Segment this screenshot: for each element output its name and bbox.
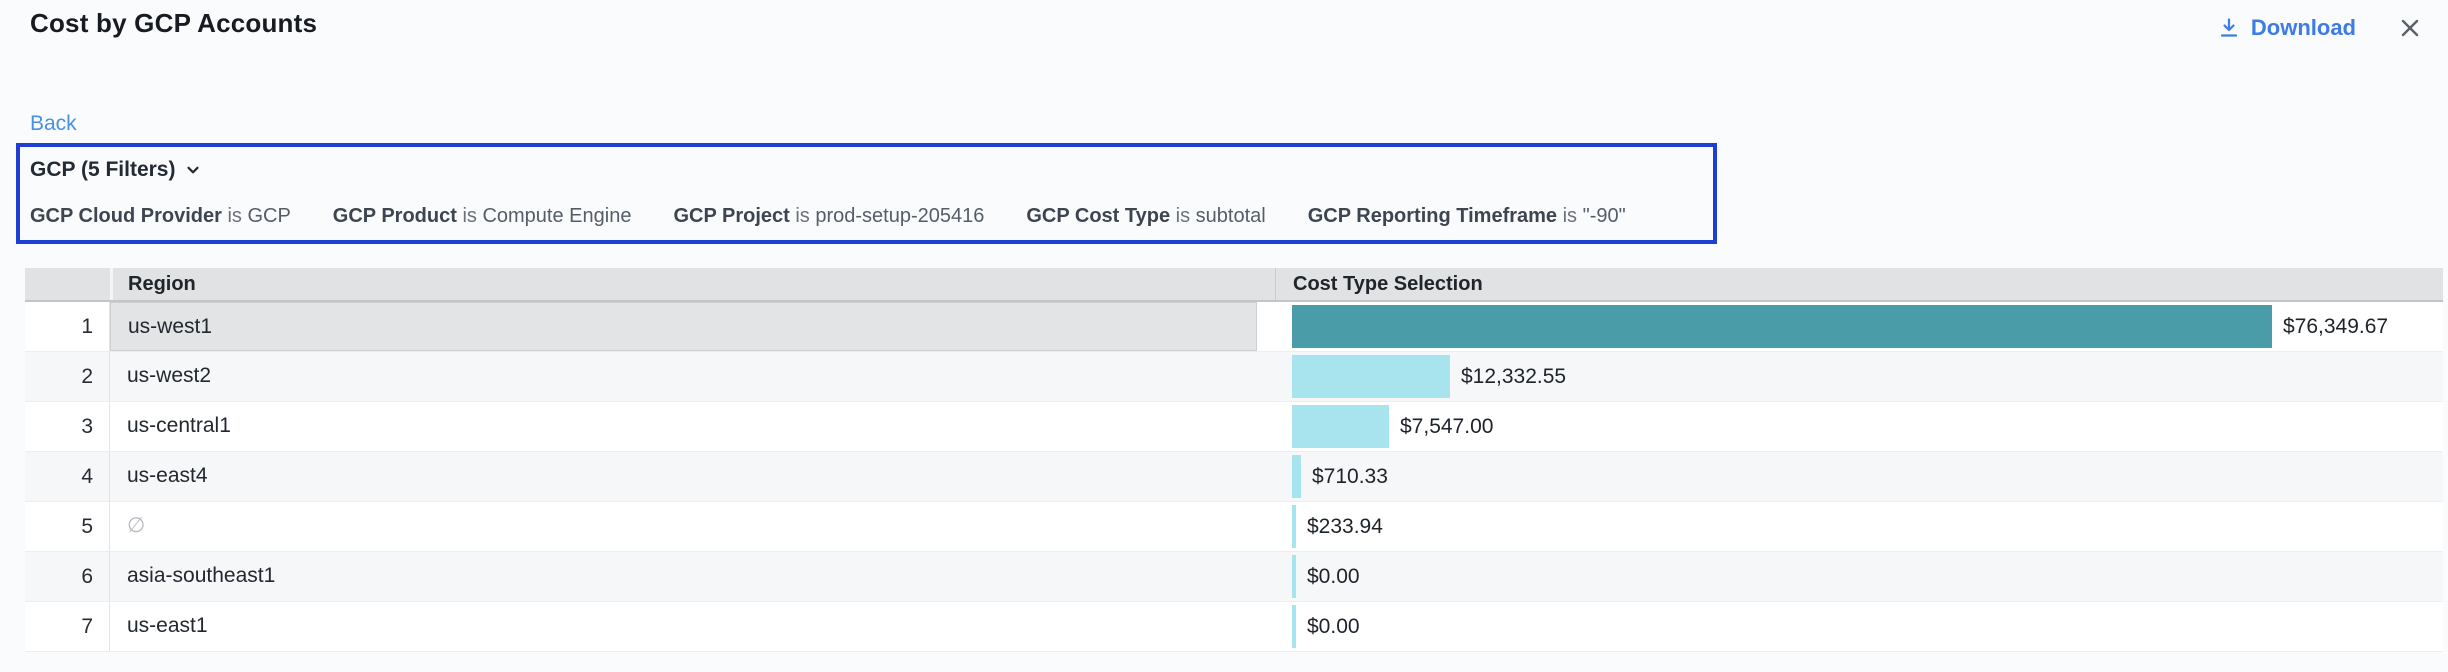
download-icon xyxy=(2217,16,2241,40)
cost-bar[interactable] xyxy=(1292,305,2272,348)
row-number: 1 xyxy=(25,302,110,351)
cost-cell: $710.33 xyxy=(1275,452,2443,501)
row-number: 7 xyxy=(25,602,110,651)
region-cell[interactable]: ∅ xyxy=(110,502,1275,551)
filter-operator: is xyxy=(462,205,482,227)
cost-cell: $12,332.55 xyxy=(1275,352,2443,401)
filter-value: subtotal xyxy=(1196,205,1266,227)
filter-field: GCP Project xyxy=(673,205,789,227)
column-header-index xyxy=(25,268,110,300)
filter-chip[interactable]: GCP Cloud Provider is GCP xyxy=(30,205,291,228)
filter-list: GCP Cloud Provider is GCP GCP Product is… xyxy=(30,205,1703,228)
table-body: 1 us-west1 $76,349.67 2 us-west2 $12,332… xyxy=(25,302,2443,652)
download-button[interactable]: Download xyxy=(2217,15,2356,41)
cost-value-label: $0.00 xyxy=(1307,615,1360,639)
back-link[interactable]: Back xyxy=(30,112,77,136)
filter-field: GCP Reporting Timeframe xyxy=(1308,205,1557,227)
cost-table: Region Cost Type Selection 1 us-west1 $7… xyxy=(25,268,2443,652)
filter-value: "-90" xyxy=(1583,205,1626,227)
filter-operator: is xyxy=(1176,205,1196,227)
filter-value: Compute Engine xyxy=(482,205,631,227)
cost-value-label: $12,332.55 xyxy=(1461,365,1566,389)
filter-chip[interactable]: GCP Project is prod-setup-205416 xyxy=(673,205,984,228)
table-row[interactable]: 2 us-west2 $12,332.55 xyxy=(25,352,2443,402)
table-row[interactable]: 7 us-east1 $0.00 xyxy=(25,602,2443,652)
region-cell[interactable]: us-west2 xyxy=(110,352,1275,401)
row-number: 4 xyxy=(25,452,110,501)
filter-summary-label: GCP (5 Filters) xyxy=(30,158,175,182)
download-label: Download xyxy=(2251,15,2356,41)
column-header-region[interactable]: Region xyxy=(110,268,1275,300)
region-cell[interactable]: us-west1 xyxy=(110,302,1257,351)
filter-field: GCP Product xyxy=(333,205,457,227)
region-cell[interactable]: asia-southeast1 xyxy=(110,552,1275,601)
filter-value: prod-setup-205416 xyxy=(815,205,984,227)
chevron-down-icon xyxy=(184,161,202,179)
filter-operator: is xyxy=(795,205,815,227)
filter-summary-dropdown[interactable]: GCP (5 Filters) xyxy=(30,158,202,182)
cost-value-label: $7,547.00 xyxy=(1400,415,1493,439)
cost-bar[interactable] xyxy=(1292,505,1296,548)
cost-bar[interactable] xyxy=(1292,605,1296,648)
row-number: 3 xyxy=(25,402,110,451)
close-button[interactable] xyxy=(2394,12,2426,44)
cost-cell: $233.94 xyxy=(1275,502,2443,551)
topbar-actions: Download xyxy=(2217,12,2426,44)
cost-cell: $0.00 xyxy=(1275,602,2443,651)
region-cell[interactable]: us-east4 xyxy=(110,452,1275,501)
cost-cell: $7,547.00 xyxy=(1275,402,2443,451)
table-row[interactable]: 1 us-west1 $76,349.67 xyxy=(25,302,2443,352)
cost-bar[interactable] xyxy=(1292,455,1301,498)
table-row[interactable]: 3 us-central1 $7,547.00 xyxy=(25,402,2443,452)
column-header-cost-type-selection[interactable]: Cost Type Selection xyxy=(1275,268,2443,300)
cost-bar[interactable] xyxy=(1292,555,1296,598)
row-number: 2 xyxy=(25,352,110,401)
region-cell[interactable]: us-east1 xyxy=(110,602,1275,651)
filter-operator: is xyxy=(227,205,247,227)
row-number: 6 xyxy=(25,552,110,601)
filter-panel: GCP (5 Filters) GCP Cloud Provider is GC… xyxy=(16,143,1717,244)
region-cell[interactable]: us-central1 xyxy=(110,402,1275,451)
filter-field: GCP Cost Type xyxy=(1026,205,1170,227)
filter-field: GCP Cloud Provider xyxy=(30,205,222,227)
page-title: Cost by GCP Accounts xyxy=(30,8,317,39)
cost-value-label: $76,349.67 xyxy=(2283,315,2388,339)
cost-value-label: $233.94 xyxy=(1307,515,1383,539)
filter-chip[interactable]: GCP Cost Type is subtotal xyxy=(1026,205,1265,228)
cost-value-label: $0.00 xyxy=(1307,565,1360,589)
cost-value-label: $710.33 xyxy=(1312,465,1388,489)
table-header-row: Region Cost Type Selection xyxy=(25,268,2443,302)
cost-cell: $76,349.67 xyxy=(1275,302,2443,351)
filter-chip[interactable]: GCP Reporting Timeframe is "-90" xyxy=(1308,205,1626,228)
cost-bar[interactable] xyxy=(1292,405,1389,448)
row-number: 5 xyxy=(25,502,110,551)
filter-value: GCP xyxy=(247,205,290,227)
close-icon xyxy=(2396,14,2424,42)
cost-cell: $0.00 xyxy=(1275,552,2443,601)
table-row[interactable]: 5 ∅ $233.94 xyxy=(25,502,2443,552)
filter-chip[interactable]: GCP Product is Compute Engine xyxy=(333,205,632,228)
filter-operator: is xyxy=(1563,205,1583,227)
cost-bar[interactable] xyxy=(1292,355,1450,398)
table-row[interactable]: 4 us-east4 $710.33 xyxy=(25,452,2443,502)
table-row[interactable]: 6 asia-southeast1 $0.00 xyxy=(25,552,2443,602)
